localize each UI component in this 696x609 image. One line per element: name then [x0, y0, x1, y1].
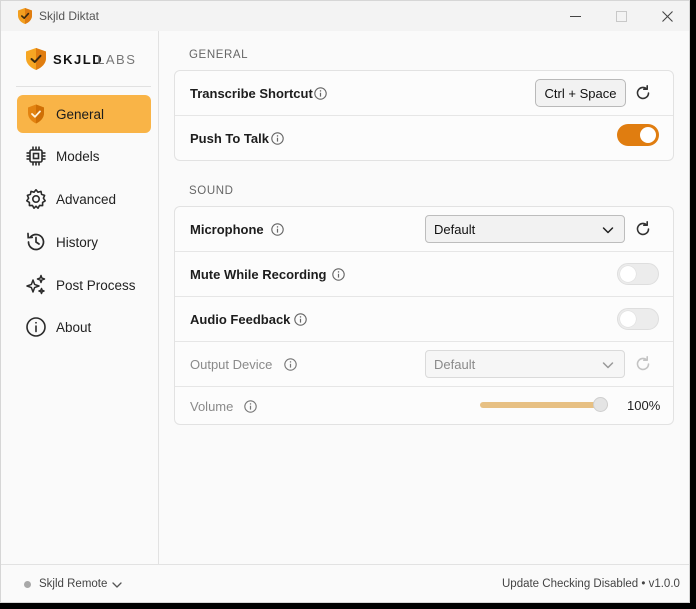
- push-to-talk-label: Push To Talk: [190, 131, 269, 146]
- brand-name: SKJLDLABS: [53, 52, 136, 67]
- info-icon[interactable]: [244, 400, 257, 413]
- volume-row: Volume 100%: [175, 387, 673, 424]
- toggle-knob: [620, 311, 636, 327]
- info-icon[interactable]: [314, 87, 327, 100]
- output-device-label: Output Device: [190, 357, 273, 372]
- app-window: Skjld Diktat SKJLDLABS General Models Ad…: [0, 0, 690, 603]
- status-bar: Skjld Remote Update Checking Disabled • …: [1, 564, 689, 602]
- main-content: GENERAL Transcribe Shortcut Ctrl + Space…: [159, 31, 689, 564]
- volume-slider-thumb[interactable]: [593, 397, 608, 412]
- mute-while-recording-row: Mute While Recording: [175, 252, 673, 297]
- brand-logo: SKJLDLABS: [25, 47, 136, 71]
- refresh-microphone-icon[interactable]: [634, 220, 652, 238]
- volume-label: Volume: [190, 399, 234, 414]
- output-device-select[interactable]: Default: [425, 350, 625, 378]
- title-bar: Skjld Diktat: [1, 1, 689, 31]
- microphone-row: Microphone Default: [175, 207, 673, 252]
- sidebar-item-label: About: [56, 320, 92, 335]
- maximize-button[interactable]: [598, 1, 644, 31]
- reset-shortcut-icon[interactable]: [634, 84, 652, 102]
- audio-feedback-label: Audio Feedback: [190, 312, 291, 327]
- shortcut-button[interactable]: Ctrl + Space: [535, 79, 626, 107]
- transcribe-shortcut-row: Transcribe Shortcut Ctrl + Space: [175, 71, 673, 116]
- window-title: Skjld Diktat: [39, 9, 100, 23]
- sidebar-item-label: Advanced: [56, 192, 117, 207]
- push-to-talk-toggle[interactable]: [617, 124, 659, 146]
- output-device-selected-value: Default: [434, 357, 476, 372]
- info-icon: [25, 316, 47, 338]
- chevron-down-icon[interactable]: [112, 581, 122, 589]
- brand-shield-icon: [26, 48, 46, 70]
- info-icon[interactable]: [332, 268, 345, 281]
- connection-status-dot: [24, 581, 31, 588]
- sidebar-item-label: History: [56, 235, 99, 250]
- toggle-knob: [620, 266, 636, 282]
- volume-value: 100%: [627, 398, 661, 413]
- section-title-sound: SOUND: [189, 185, 234, 197]
- sparkles-icon: [25, 274, 47, 296]
- cpu-icon: [25, 145, 47, 167]
- sidebar-item-label: Models: [56, 149, 100, 164]
- minimize-button[interactable]: [552, 1, 598, 31]
- close-button[interactable]: [644, 1, 689, 31]
- microphone-label: Microphone: [190, 222, 264, 237]
- chevron-down-icon: [602, 362, 614, 369]
- chevron-down-icon: [602, 227, 614, 234]
- transcribe-shortcut-label: Transcribe Shortcut: [190, 86, 313, 101]
- general-settings-card: Transcribe Shortcut Ctrl + Space Push To…: [174, 70, 674, 161]
- microphone-selected-value: Default: [434, 222, 476, 237]
- brand-name-light: LABS: [97, 51, 137, 67]
- info-icon[interactable]: [284, 358, 297, 371]
- minimize-icon: [569, 15, 581, 17]
- gear-icon: [25, 188, 47, 210]
- sidebar-divider: [16, 86, 151, 87]
- mute-while-recording-label: Mute While Recording: [190, 267, 327, 282]
- close-icon: [661, 10, 673, 22]
- audio-feedback-row: Audio Feedback: [175, 297, 673, 342]
- sidebar-item-advanced[interactable]: Advanced: [17, 180, 151, 218]
- sidebar-item-label: General: [56, 107, 105, 122]
- sidebar-item-post-process[interactable]: Post Process: [17, 266, 151, 304]
- sound-settings-card: Microphone Default Mute While Recording: [174, 206, 674, 425]
- output-device-row: Output Device Default: [175, 342, 673, 387]
- sidebar-item-models[interactable]: Models: [17, 137, 151, 175]
- refresh-output-device-icon[interactable]: [634, 355, 652, 373]
- update-status-text: Update Checking Disabled • v1.0.0: [502, 578, 680, 590]
- section-title-general: GENERAL: [189, 49, 249, 61]
- info-icon[interactable]: [271, 132, 284, 145]
- mute-while-recording-toggle[interactable]: [617, 263, 659, 285]
- remote-selector-label[interactable]: Skjld Remote: [39, 578, 107, 590]
- app-shield-icon: [18, 8, 32, 24]
- microphone-select[interactable]: Default: [425, 215, 625, 243]
- audio-feedback-toggle[interactable]: [617, 308, 659, 330]
- info-icon[interactable]: [294, 313, 307, 326]
- toggle-knob: [640, 127, 656, 143]
- sidebar-item-about[interactable]: About: [17, 308, 151, 346]
- sidebar-item-general[interactable]: General: [17, 95, 151, 133]
- sidebar: SKJLDLABS General Models Advanced Histor…: [1, 31, 159, 564]
- info-icon[interactable]: [271, 223, 284, 236]
- history-icon: [25, 231, 47, 253]
- sidebar-item-label: Post Process: [56, 278, 136, 293]
- volume-slider-track[interactable]: [480, 402, 608, 408]
- maximize-icon: [615, 10, 627, 22]
- sidebar-item-history[interactable]: History: [17, 223, 151, 261]
- push-to-talk-row: Push To Talk: [175, 116, 673, 160]
- shield-check-icon: [25, 103, 47, 125]
- brand-name-strong: SKJLD: [53, 51, 104, 67]
